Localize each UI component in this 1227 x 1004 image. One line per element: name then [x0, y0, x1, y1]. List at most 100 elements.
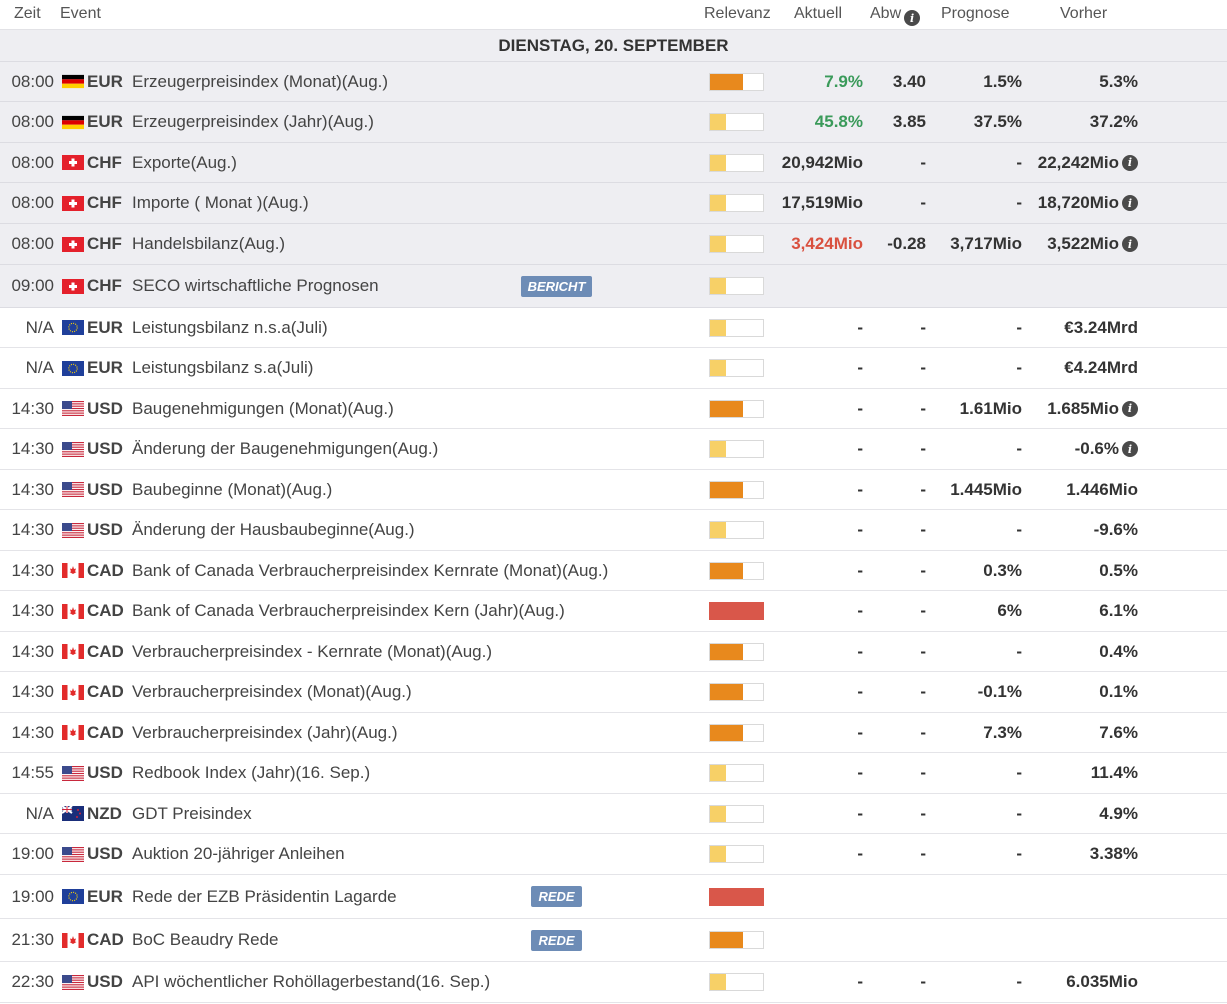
table-row[interactable]: 14:30 CAD Verbraucherpreisindex - Kernrate…	[0, 632, 1227, 672]
previous-value: 1.685Mio	[1047, 398, 1119, 418]
table-row[interactable]: 08:00 CHF Importe ( Monat )(Aug.) 17,519Mio…	[0, 183, 1227, 224]
table-row[interactable]: N/A EUR Leistungsbilanz s.a(Juli) - - - €4.24M…	[0, 348, 1227, 389]
relevance-bar	[709, 308, 765, 347]
col-zeit[interactable]: Zeit	[14, 5, 41, 23]
table-row[interactable]: 21:30 CAD BoC Beaudry Rede REDE	[0, 919, 1227, 962]
event-name[interactable]: Verbraucherpreisindex - Kernrate (Monat)…	[132, 632, 492, 671]
col-prognose[interactable]: Prognose	[941, 5, 1010, 23]
relevance-bar	[709, 591, 765, 631]
actual-value: -	[857, 763, 863, 782]
event-name[interactable]: Erzeugerpreisindex (Jahr)(Aug.)	[132, 102, 374, 142]
previous-cell: 1.446Mio	[1066, 470, 1138, 509]
event-name[interactable]: Baugenehmigungen (Monat)(Aug.)	[132, 389, 394, 428]
previous-value: 0.1%	[1099, 682, 1138, 701]
previous-cell: 1.685Mio i	[1047, 389, 1138, 428]
info-icon[interactable]: i	[1122, 236, 1138, 252]
event-time: 14:30	[11, 722, 54, 742]
actual-value: -	[857, 722, 863, 742]
event-name[interactable]: Bank of Canada Verbraucherpreisindex Ker…	[132, 551, 608, 590]
event-name[interactable]: Verbraucherpreisindex (Monat)(Aug.)	[132, 672, 412, 712]
table-row[interactable]: 14:30 CAD Verbraucherpreisindex (Jahr)(Aug…	[0, 713, 1227, 753]
event-type-badge[interactable]: BERICHT	[520, 275, 593, 297]
event-time: 08:00	[11, 152, 54, 172]
event-name[interactable]: Baubeginne (Monat)(Aug.)	[132, 470, 332, 509]
event-name[interactable]: Auktion 20-jähriger Anleihen	[132, 834, 345, 874]
previous-value: 0.5%	[1099, 560, 1138, 580]
table-row[interactable]: 14:30 CAD Verbraucherpreisindex (Monat)(Au…	[0, 672, 1227, 713]
table-row[interactable]: N/A EUR Leistungsbilanz n.s.a(Juli) - - - €3.2…	[0, 308, 1227, 348]
table-row[interactable]: N/A NZD GDT Preisindex - - - 4.9%	[0, 794, 1227, 834]
event-type-badge[interactable]: REDE	[531, 929, 582, 951]
table-row[interactable]: 08:00 EUR Erzeugerpreisindex (Jahr)(Aug.) 4…	[0, 102, 1227, 143]
event-time: 08:00	[11, 193, 54, 212]
info-icon[interactable]: i	[1122, 195, 1138, 211]
relevance-bar	[709, 224, 765, 264]
event-name[interactable]: Leistungsbilanz s.a(Juli)	[132, 348, 313, 388]
currency-code: USD	[87, 479, 123, 499]
info-icon[interactable]: i	[904, 10, 921, 26]
col-event[interactable]: Event	[60, 5, 101, 23]
actual-value: -	[857, 317, 863, 337]
deviation-value: -	[920, 601, 926, 620]
table-row[interactable]: 08:00 EUR Erzeugerpreisindex (Monat)(Aug.)…	[0, 62, 1227, 102]
us-flag-icon	[62, 510, 84, 550]
table-row[interactable]: 08:00 CHF Handelsbilanz(Aug.) 3,424Mio -0.28…	[0, 224, 1227, 265]
previous-cell: 11.4%	[1091, 753, 1138, 793]
table-row[interactable]: 14:30 USD Änderung der Hausbaubeginne(Aug.…	[0, 510, 1227, 551]
previous-cell: €4.24Mrd	[1064, 348, 1138, 388]
table-row[interactable]: 14:30 USD Baugenehmigungen (Monat)(Aug.) - -…	[0, 389, 1227, 429]
actual-value: -	[857, 682, 863, 701]
table-row[interactable]: 22:30 USD API wöchentlicher Rohöllagerbest…	[0, 962, 1227, 1003]
event-name[interactable]: Verbraucherpreisindex (Jahr)(Aug.)	[132, 713, 398, 752]
relevance-bar	[709, 183, 765, 223]
deviation-value: -	[920, 479, 926, 499]
de-flag-icon	[62, 62, 84, 101]
event-name[interactable]: Importe ( Monat )(Aug.)	[132, 183, 309, 223]
us-flag-icon	[62, 470, 84, 509]
previous-cell: 7.6%	[1099, 713, 1138, 752]
col-vorher[interactable]: Vorher	[1060, 5, 1107, 23]
event-name[interactable]: Exporte(Aug.)	[132, 143, 237, 182]
deviation-value: -0.28	[887, 234, 926, 253]
event-time: 14:55	[11, 763, 54, 782]
event-name[interactable]: Leistungsbilanz n.s.a(Juli)	[132, 308, 328, 347]
table-row[interactable]: 14:30 CAD Bank of Canada Verbraucherpreisi…	[0, 551, 1227, 591]
event-name[interactable]: GDT Preisindex	[132, 794, 252, 833]
ch-flag-icon	[62, 224, 84, 264]
event-type-badge[interactable]: REDE	[531, 886, 582, 907]
table-row[interactable]: 14:30 CAD Bank of Canada Verbraucherpreisi…	[0, 591, 1227, 632]
event-name[interactable]: Handelsbilanz(Aug.)	[132, 224, 285, 264]
actual-value: -	[857, 844, 863, 863]
table-row[interactable]: 19:00 EUR Rede der EZB Präsidentin Lagarde…	[0, 875, 1227, 919]
info-icon[interactable]: i	[1122, 441, 1138, 457]
forecast-value: 6%	[997, 601, 1022, 620]
event-time: 14:30	[11, 439, 54, 458]
table-row[interactable]: 14:30 USD Änderung der Baugenehmigungen(Au…	[0, 429, 1227, 470]
forecast-value: 1.445Mio	[950, 479, 1022, 499]
table-row[interactable]: 08:00 CHF Exporte(Aug.) 20,942Mio - -22,242Mi…	[0, 143, 1227, 183]
table-row[interactable]: 14:30 USD Baubeginne (Monat)(Aug.) - - 1.445M…	[0, 470, 1227, 510]
col-abw[interactable]: Abw i	[870, 5, 921, 26]
col-aktuell[interactable]: Aktuell	[794, 5, 842, 23]
info-icon[interactable]: i	[1122, 400, 1138, 417]
event-name[interactable]: Änderung der Hausbaubeginne(Aug.)	[132, 510, 415, 550]
previous-value: -9.6%	[1093, 520, 1138, 539]
forecast-value: -	[1016, 439, 1022, 458]
day-separator: DIENSTAG, 20. SEPTEMBER	[0, 30, 1227, 62]
table-row[interactable]: 09:00 CHF SECO wirtschaftliche Prognosen BE…	[0, 265, 1227, 308]
event-name[interactable]: Redbook Index (Jahr)(16. Sep.)	[132, 753, 370, 793]
event-name[interactable]: API wöchentlicher Rohöllagerbestand(16. …	[132, 962, 490, 1002]
relevance-bar	[709, 143, 765, 182]
actual-value: -	[857, 972, 863, 991]
info-icon[interactable]: i	[1122, 154, 1138, 171]
event-name[interactable]: Erzeugerpreisindex (Monat)(Aug.)	[132, 62, 388, 101]
table-row[interactable]: 14:55 USD Redbook Index (Jahr)(16. Sep.) - -…	[0, 753, 1227, 794]
event-name[interactable]: Änderung der Baugenehmigungen(Aug.)	[132, 429, 438, 469]
currency-code: USD	[87, 398, 123, 418]
previous-cell: 22,242Mio i	[1038, 143, 1138, 182]
previous-value: 37.2%	[1089, 112, 1138, 131]
col-relevanz[interactable]: Relevanz	[704, 5, 771, 23]
table-row[interactable]: 19:00 USD Auktion 20-jähriger Anleihen - - - 3…	[0, 834, 1227, 875]
deviation-value: -	[920, 763, 926, 782]
event-name[interactable]: Bank of Canada Verbraucherpreisindex Ker…	[132, 591, 565, 631]
